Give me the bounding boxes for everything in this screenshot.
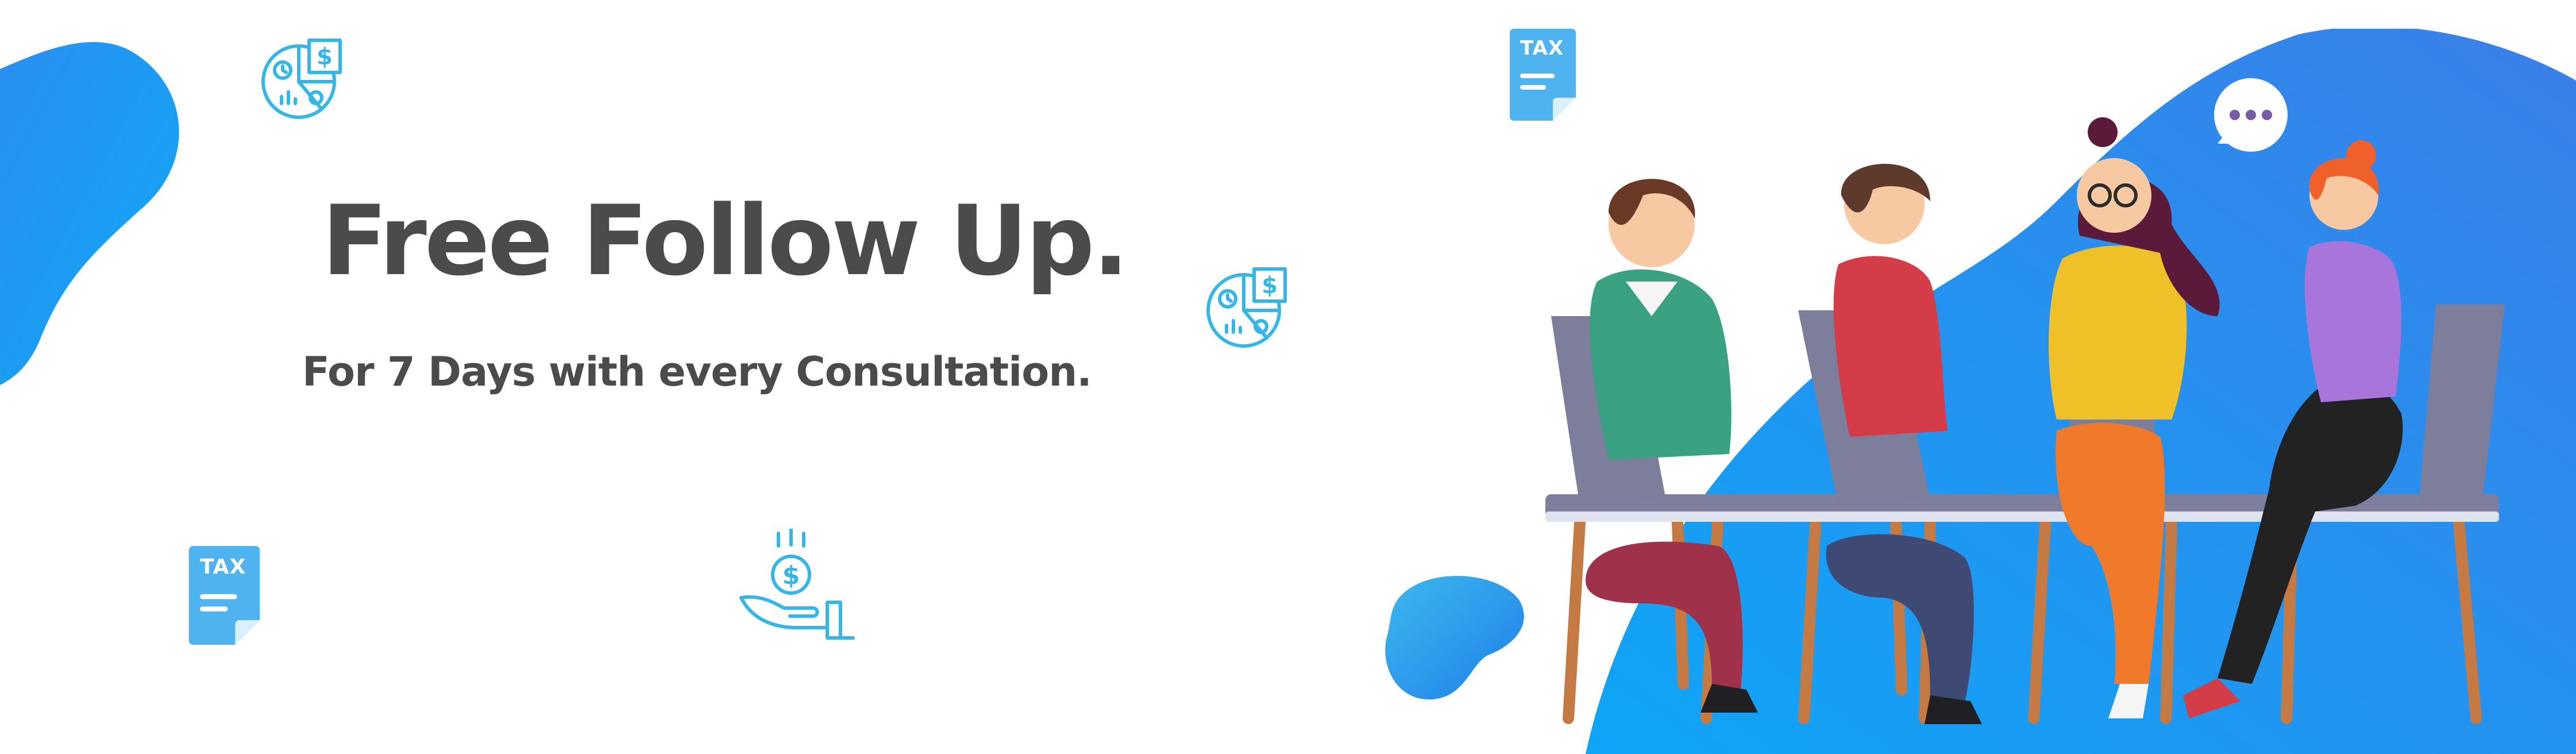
blue-blob-top-left xyxy=(0,42,179,385)
svg-text:$: $ xyxy=(317,44,333,70)
blue-blob-small xyxy=(1385,576,1524,700)
headline: Free Follow Up. xyxy=(322,184,1129,297)
finance-chart-icon: $ xyxy=(261,39,342,119)
tax-label: TAX xyxy=(1520,37,1564,60)
svg-text:$: $ xyxy=(782,561,800,590)
consultation-illustration xyxy=(1545,117,2505,724)
svg-text:$: $ xyxy=(1262,272,1278,299)
subheadline: For 7 Days with every Consultation. xyxy=(302,348,1092,395)
money-hand-icon: $ xyxy=(739,529,855,640)
tax-label: TAX xyxy=(200,555,246,579)
finance-chart-icon: $ xyxy=(1206,267,1287,348)
tax-document-icon: TAX xyxy=(188,546,260,645)
tax-document-icon: TAX xyxy=(1510,29,1576,121)
